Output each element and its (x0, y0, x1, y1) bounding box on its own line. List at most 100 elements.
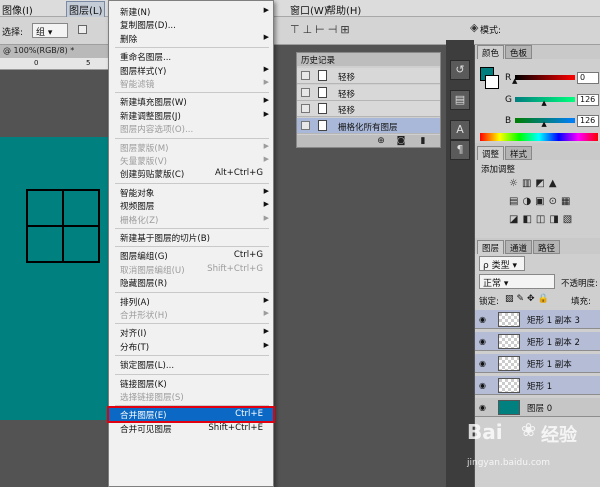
layer-row[interactable]: ◉ 矩形 1 (475, 376, 600, 395)
menu-item-label: 智能对象 (120, 188, 155, 199)
history-checkbox[interactable] (301, 71, 310, 80)
menu-item[interactable]: 视频图层 ▶ (109, 199, 273, 212)
menu-item[interactable]: 合并图层(E) Ctrl+E (107, 406, 275, 424)
submenu-arrow-icon: ▶ (263, 213, 269, 222)
menu-item[interactable]: 排列(A) ▶ (109, 295, 273, 308)
paragraph-icon[interactable]: ¶ (450, 140, 470, 160)
b-slider-handle[interactable]: ▲ (541, 120, 546, 128)
history-row[interactable]: 轻移 (297, 84, 440, 101)
history-row[interactable]: 栅格化所有图层 (297, 117, 440, 134)
trash-icon[interactable]: ▮ (417, 136, 429, 146)
tab-styles[interactable]: 样式 (505, 146, 533, 160)
adjust-icons-row-2[interactable]: ▤◑▣⊙▦ (509, 196, 574, 207)
history-checkbox[interactable] (301, 87, 310, 97)
menu-item[interactable]: 创建剪贴蒙版(C) Alt+Ctrl+G (109, 167, 273, 180)
history-panel-icon[interactable]: ↺ (450, 60, 470, 80)
canvas[interactable] (0, 137, 108, 420)
document-tab[interactable]: @ 100%(RGB/8) * (0, 45, 112, 58)
submenu-arrow-icon: ▶ (263, 96, 269, 105)
background-swatch[interactable] (485, 75, 499, 89)
b-input[interactable]: 126 (577, 115, 599, 127)
menu-item-label: 新建调整图层(J) (120, 111, 181, 122)
history-row-label: 轻移 (338, 89, 356, 100)
r-slider-handle[interactable]: ▲ (512, 77, 517, 85)
layer-kind-filter[interactable]: ρ 类型 ▾ (479, 256, 525, 271)
layer-row[interactable]: ◉ 矩形 1 副本 2 (475, 332, 600, 351)
layer-row[interactable]: ◉ 图层 0 (475, 398, 600, 417)
tab-color[interactable]: 颜色 (477, 45, 505, 59)
menu-item[interactable]: 对齐(I) ▶ (109, 326, 273, 339)
character-icon[interactable]: A (450, 120, 470, 140)
adjust-icons-row-1[interactable]: ☼▥◩▲ (509, 178, 561, 189)
history-row-label: 轻移 (338, 73, 356, 83)
menu-item[interactable]: 图层编组(G) Ctrl+G (109, 249, 273, 262)
history-row[interactable]: 轻移 (297, 101, 440, 117)
fill-label: 填充: (571, 297, 591, 307)
r-input[interactable]: 0 (577, 72, 599, 84)
tab-channels[interactable]: 通道 (505, 240, 533, 254)
g-slider-handle[interactable]: ▲ (541, 99, 546, 107)
new-snapshot-icon[interactable]: ⊕ (375, 136, 387, 146)
r-label: R (505, 73, 512, 83)
adjust-icons-row-3[interactable]: ◪◧◫◨▧ (509, 214, 576, 225)
menu-item[interactable]: 合并可见图层 Shift+Ctrl+E (109, 422, 273, 435)
menu-item[interactable]: 智能对象 ▶ (109, 186, 273, 199)
menu-layer[interactable]: 图层(L) (66, 1, 106, 18)
camera-icon[interactable]: ◙ (395, 136, 407, 146)
blend-mode-dropdown[interactable]: 正常 ▾ (479, 274, 555, 289)
menu-separator (115, 182, 269, 184)
menu-item-label: 新建(N) (120, 8, 151, 18)
menu-item[interactable]: 重命名图层... (109, 50, 273, 63)
rect-shape (26, 189, 64, 227)
tab-layers[interactable]: 图层 (477, 240, 505, 254)
eye-icon[interactable]: ◉ (479, 403, 486, 412)
g-input[interactable]: 126 (577, 94, 599, 106)
menu-item-label: 取消图层编组(U) (120, 265, 185, 276)
adjustments-panel: 添加调整 ☼▥◩▲ ▤◑▣⊙▦ ◪◧◫◨▧ (475, 160, 600, 238)
submenu-arrow-icon: ▶ (263, 155, 269, 163)
tab-adjustments[interactable]: 调整 (477, 146, 505, 160)
auto-select-checkbox[interactable] (78, 25, 87, 34)
tab-swatches[interactable]: 色板 (505, 45, 533, 59)
r-slider[interactable] (515, 75, 575, 80)
layer-row[interactable]: ◉ 矩形 1 副本 3 (475, 310, 600, 329)
lock-icons[interactable]: ▧✎✥🔒 (505, 294, 552, 304)
menu-separator (115, 47, 269, 49)
menu-item[interactable]: 分布(T) ▶ (109, 340, 273, 353)
menu-item[interactable]: 新建填充图层(W) ▶ (109, 95, 273, 108)
menu-item[interactable]: 隐藏图层(R) (109, 276, 273, 289)
eye-icon[interactable]: ◉ (479, 315, 486, 324)
menu-item[interactable]: 新建基于图层的切片(B) (109, 231, 273, 244)
menu-item[interactable]: 删除 ▶ (109, 32, 273, 45)
eye-icon[interactable]: ◉ (479, 359, 486, 368)
history-title[interactable]: 历史记录 (297, 53, 440, 66)
menu-window[interactable]: 窗口(W) (290, 2, 328, 17)
layer-row[interactable]: ◉ 矩形 1 副本 (475, 354, 600, 373)
menu-image[interactable]: 图像(I) (2, 2, 33, 17)
history-checkbox[interactable] (301, 104, 310, 113)
rect-shape (26, 225, 64, 263)
menu-item[interactable]: 新建调整图层(J) ▶ (109, 109, 273, 122)
color-panel: R ▲ 0 G ▲ 126 B ▲ 126 (475, 59, 600, 143)
document-icon (318, 119, 327, 131)
menu-item[interactable]: 新建(N) ▶ (109, 5, 273, 18)
menu-separator (115, 373, 269, 375)
eye-icon[interactable]: ◉ (479, 381, 486, 390)
color-spectrum[interactable] (480, 133, 598, 141)
layer-thumbnail (498, 378, 520, 393)
menu-help[interactable]: 帮助(H) (326, 2, 361, 17)
menu-item[interactable]: 图层样式(Y) ▶ (109, 64, 273, 77)
menu-item[interactable]: 锁定图层(L)... (109, 358, 273, 371)
properties-icon[interactable]: ▤ (450, 90, 470, 110)
eye-icon[interactable]: ◉ (479, 337, 486, 346)
history-checkbox[interactable] (301, 120, 310, 130)
select-dropdown[interactable]: 组 ▾ (32, 23, 68, 38)
menu-item: 栅格化(Z) ▶ (109, 213, 273, 226)
tab-paths[interactable]: 路径 (533, 240, 561, 254)
3d-icon[interactable]: ◈ (470, 21, 478, 34)
history-row[interactable]: 轻移 (297, 68, 440, 84)
align-icons[interactable]: ⊤⊥⊢⊣⊞ (290, 23, 353, 36)
menu-bar: 图像(I) 图层(L) 窗口(W) 帮助(H) (0, 0, 600, 18)
menu-item[interactable]: 复制图层(D)... (109, 18, 273, 31)
menu-item[interactable]: 链接图层(K) (109, 377, 273, 390)
